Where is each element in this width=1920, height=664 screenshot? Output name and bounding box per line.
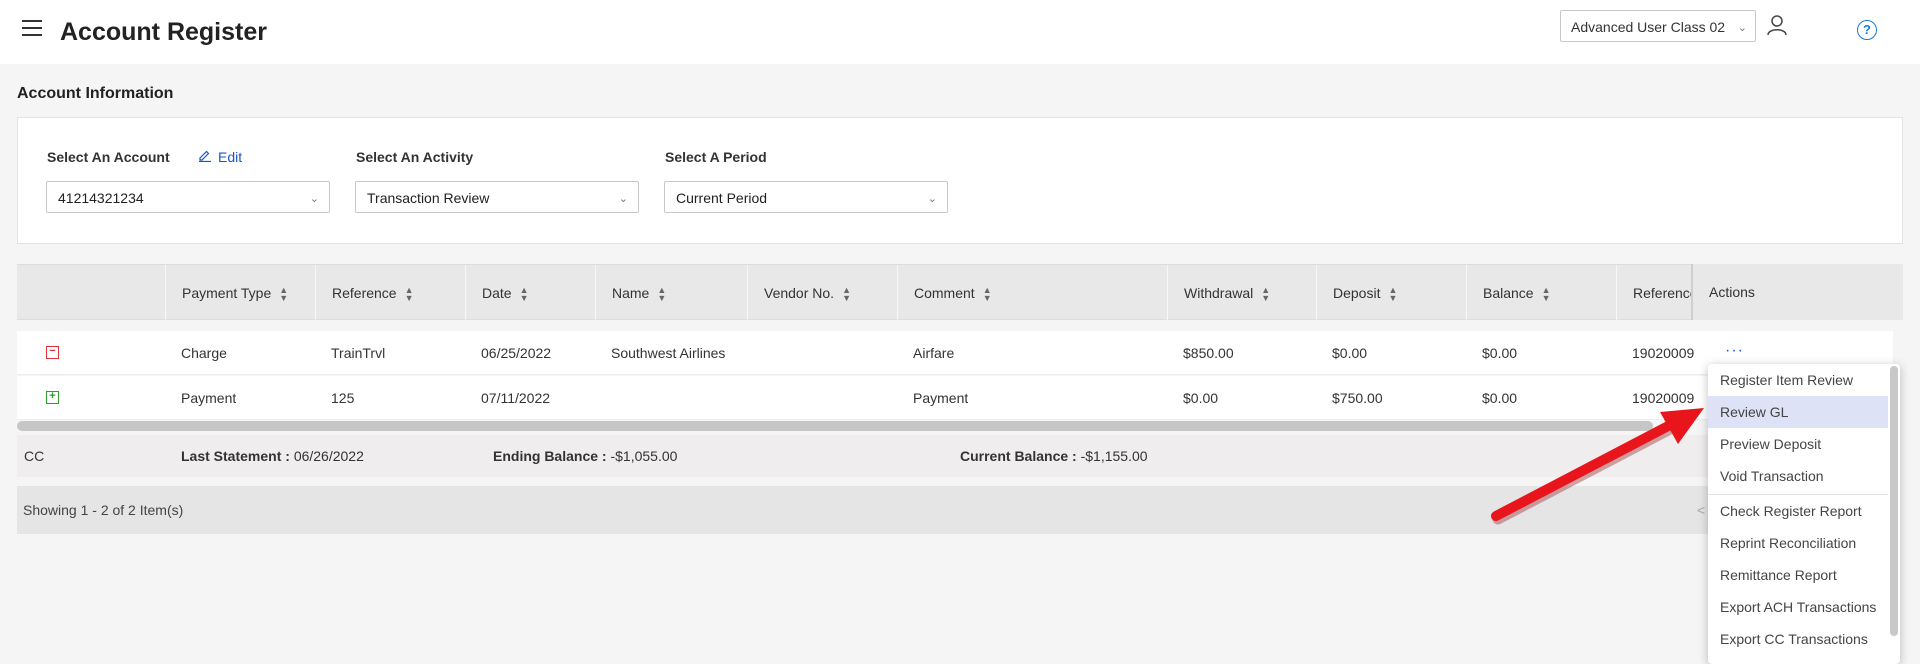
current-balance-value: -$1,155.00 [1080,448,1148,464]
pager: Showing 1 - 2 of 2 Item(s) < [17,486,1893,534]
column-header-comment[interactable]: Comment ▲ ▼ [897,265,1167,321]
account-select[interactable]: 41214321234 ⌄ [46,181,330,213]
sort-icon: ▲ ▼ [279,285,289,304]
column-header-withdrawal[interactable]: Withdrawal ▲ ▼ [1167,265,1316,321]
menu-item-export-cc-transactions[interactable]: Export CC Transactions [1708,623,1888,655]
cell-withdrawal: $0.00 [1183,390,1219,406]
cell-date: 06/25/2022 [481,345,552,361]
table-row: − Charge TrainTrvl 06/25/2022 Southwest … [17,331,1893,375]
cell-withdrawal: $850.00 [1183,345,1234,361]
cell-name: Southwest Airlines [611,345,726,361]
section-title: Account Information [17,85,174,102]
column-header-reference[interactable]: Reference ▲ ▼ [315,265,465,321]
sort-icon: ▲ ▼ [657,285,667,304]
column-header-vendor-no[interactable]: Vendor No. ▲ ▼ [747,265,897,321]
cell-balance: $0.00 [1482,345,1518,361]
edit-account-link[interactable]: Edit [198,149,242,165]
user-class-value: Advanced User Class 02 [1571,19,1726,35]
last-statement: Last Statement : 06/26/2022 [181,435,364,477]
sort-icon: ▲ ▼ [1261,285,1271,304]
pager-info: Showing 1 - 2 of 2 Item(s) [23,502,184,518]
cell-reference-2: 19020009 [1632,345,1695,361]
cell-deposit: $750.00 [1332,390,1383,406]
user-icon[interactable] [1766,14,1788,36]
menu-scrollbar[interactable] [1890,366,1898,636]
activity-select[interactable]: Transaction Review ⌄ [355,181,639,213]
top-bar: Account Register Advanced User Class 02 … [0,0,1920,64]
ending-balance-label: Ending Balance : [493,448,607,464]
table-row: + Payment 125 07/11/2022 Payment $0.00 $… [17,376,1893,420]
activity-value: Transaction Review [367,190,490,206]
last-statement-value: 06/26/2022 [293,448,364,464]
current-balance-label: Current Balance : [960,448,1077,464]
help-icon[interactable]: ? [1857,20,1877,40]
period-label: Select A Period [665,149,767,165]
activity-label: Select An Activity [356,149,474,165]
column-header-actions: Actions [1691,264,1903,320]
account-value: 41214321234 [58,190,144,206]
sort-icon: ▲ ▼ [1388,285,1398,304]
expand-icon[interactable]: + [46,391,59,404]
filter-card: Select An Account Edit 41214321234 ⌄ Sel… [17,117,1903,244]
menu-item-register-item-review[interactable]: Register Item Review [1708,364,1888,396]
row-actions-menu: Register Item Review Review GL Preview D… [1708,364,1900,664]
menu-item-export-ach-transactions[interactable]: Export ACH Transactions [1708,591,1888,623]
cell-payment-type: Charge [181,345,227,361]
chevron-down-icon: ⌄ [309,193,319,205]
menu-item-remittance-report[interactable]: Remittance Report [1708,559,1888,591]
menu-item-review-gl[interactable]: Review GL [1708,396,1888,428]
last-statement-label: Last Statement : [181,448,290,464]
cell-comment: Payment [913,390,969,406]
edit-label: Edit [218,149,243,165]
pager-prev-icon[interactable]: < [1697,486,1705,534]
summary-type: CC [24,448,45,464]
hamburger-menu-icon[interactable] [22,20,44,38]
menu-item-check-register-report[interactable]: Check Register Report [1708,495,1888,527]
chevron-down-icon: ⌄ [618,193,628,205]
cell-reference-2: 19020009 [1632,390,1695,406]
cell-reference: TrainTrvl [331,345,386,361]
ending-balance-value: -$1,055.00 [610,448,678,464]
collapse-icon[interactable]: − [46,346,59,359]
cell-reference: 125 [331,390,355,406]
cell-comment: Airfare [913,345,955,361]
cell-payment-type: Payment [181,390,237,406]
cell-date: 07/11/2022 [481,390,551,406]
sort-icon: ▲ ▼ [404,285,414,304]
column-header-deposit[interactable]: Deposit ▲ ▼ [1316,265,1466,321]
account-label: Select An Account [47,149,170,165]
menu-item-void-transaction[interactable]: Void Transaction [1708,460,1888,492]
grid-body: − Charge TrainTrvl 06/25/2022 Southwest … [17,331,1893,421]
chevron-down-icon: ⌄ [1737,22,1747,34]
menu-item-preview-deposit[interactable]: Preview Deposit [1708,428,1888,460]
page-title: Account Register [60,18,267,46]
period-value: Current Period [676,190,768,206]
sort-icon: ▲ ▼ [982,285,992,304]
ending-balance: Ending Balance : -$1,055.00 [493,435,677,477]
current-balance: Current Balance : -$1,155.00 [960,435,1148,477]
cell-deposit: $0.00 [1332,345,1368,361]
sort-icon: ▲ ▼ [519,285,529,304]
menu-item-reprint-reconciliation[interactable]: Reprint Reconciliation [1708,527,1888,559]
column-header-date[interactable]: Date ▲ ▼ [465,265,595,321]
column-header-balance[interactable]: Balance ▲ ▼ [1466,265,1616,321]
chevron-down-icon: ⌄ [927,193,937,205]
pencil-icon [199,150,211,162]
cell-balance: $0.00 [1482,390,1518,406]
sort-icon: ▲ ▼ [1541,285,1551,304]
account-summary: CC Last Statement : 06/26/2022 Ending Ba… [17,435,1893,477]
grid-header: Payment Type ▲ ▼ Reference ▲ ▼ Date ▲ ▼ Name ▲ ▼… [17,264,1903,321]
column-header-payment-type[interactable]: Payment Type ▲ ▼ [165,265,315,321]
horizontal-scrollbar[interactable] [17,421,1653,431]
sort-icon: ▲ ▼ [842,285,851,304]
user-class-select[interactable]: Advanced User Class 02 ⌄ [1560,10,1756,42]
period-select[interactable]: Current Period ⌄ [664,181,948,213]
column-header-name[interactable]: Name ▲ ▼ [595,265,747,321]
